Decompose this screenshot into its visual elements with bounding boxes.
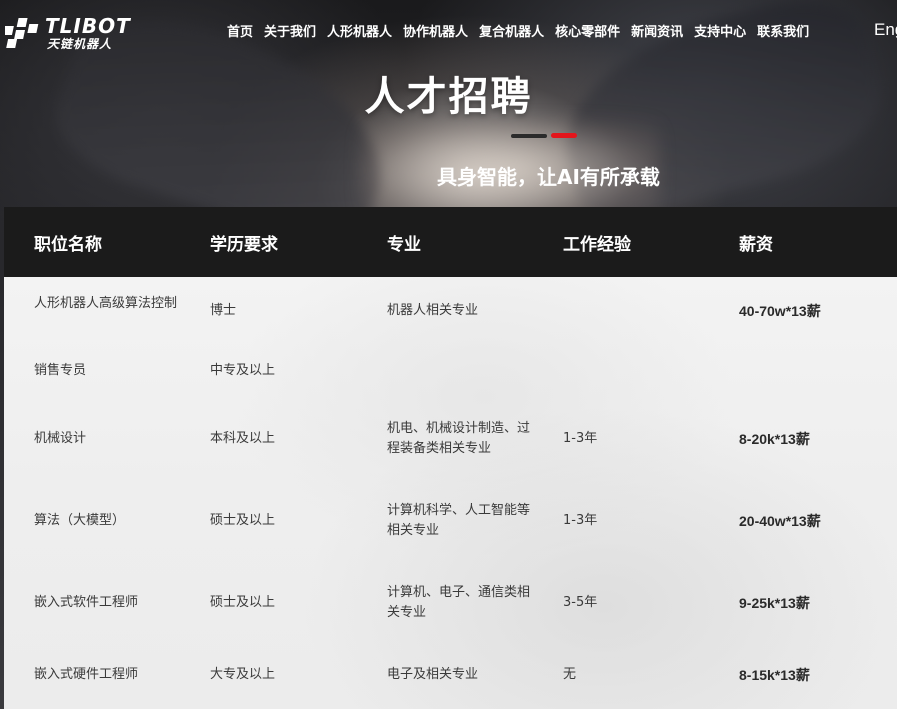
nav-item-collaborative-robot[interactable]: 协作机器人 <box>403 21 468 40</box>
table-row: 销售专员 中专及以上 <box>4 361 897 385</box>
table-row: 嵌入式硬件工程师 大专及以上 电子及相关专业 无 8-15k*13薪 <box>4 665 897 689</box>
page-title: 人才招聘 <box>364 74 533 120</box>
nav-item-contact[interactable]: 联系我们 <box>757 21 809 40</box>
cell-position: 算法（大模型） <box>34 513 126 528</box>
cell-major: 机器人相关专业 <box>387 303 479 318</box>
table-row: 嵌入式软件工程师 硕士及以上 计算机、电子、通信类相关专业 3-5年 9-25k… <box>4 583 897 627</box>
cell-salary: 40-70w*13薪 <box>739 303 821 319</box>
cell-education: 硕士及以上 <box>210 513 276 528</box>
table-row: 人形机器人高级算法控制 博士 机器人相关专业 40-70w*13薪 <box>4 295 897 335</box>
cell-position: 嵌入式软件工程师 <box>34 595 139 610</box>
cell-education: 博士 <box>210 303 237 318</box>
cell-education: 大专及以上 <box>210 667 276 682</box>
cell-education: 本科及以上 <box>210 431 276 446</box>
cell-education: 中专及以上 <box>210 363 276 378</box>
header-position: 职位名称 <box>34 235 102 255</box>
cell-experience: 3-5年 <box>563 595 598 610</box>
header-experience: 工作经验 <box>563 235 631 255</box>
table-row: 算法（大模型） 硕士及以上 计算机科学、人工智能等相关专业 1-3年 20-40… <box>4 501 897 545</box>
nav-item-home[interactable]: 首页 <box>227 21 253 40</box>
jobs-table: 职位名称 学历要求 专业 工作经验 薪资 人形机器人高级算法控制 博士 机器人相… <box>4 207 897 709</box>
cell-position: 机械设计 <box>34 431 87 446</box>
nav-item-about[interactable]: 关于我们 <box>264 21 316 40</box>
nav-item-composite-robot[interactable]: 复合机器人 <box>479 21 544 40</box>
title-divider <box>511 133 577 139</box>
table-row: 机械设计 本科及以上 机电、机械设计制造、过程装备类相关专业 1-3年 8-20… <box>4 419 897 463</box>
table-header: 职位名称 学历要求 专业 工作经验 薪资 <box>4 207 897 277</box>
page-subtitle: 具身智能，让AI有所承载 <box>437 165 660 189</box>
cell-position: 人形机器人高级算法控制 <box>34 296 178 311</box>
nav-item-humanoid-robot[interactable]: 人形机器人 <box>327 21 392 40</box>
cell-major: 计算机、电子、通信类相关专业 <box>387 585 531 620</box>
divider-segment-dark <box>511 134 547 138</box>
nav-item-news[interactable]: 新闻资讯 <box>631 21 683 40</box>
header-salary: 薪资 <box>739 235 773 255</box>
cell-major: 电子及相关专业 <box>387 667 479 682</box>
cell-education: 硕士及以上 <box>210 595 276 610</box>
header-major: 专业 <box>387 235 421 255</box>
divider-segment-red <box>551 133 577 138</box>
nav-item-support[interactable]: 支持中心 <box>694 21 746 40</box>
cell-salary: 9-25k*13薪 <box>739 595 810 611</box>
language-switch[interactable]: Eng <box>874 20 897 40</box>
main-nav: 首页 关于我们 人形机器人 协作机器人 复合机器人 核心零部件 新闻资讯 支持中… <box>227 21 820 40</box>
cell-salary: 8-20k*13薪 <box>739 431 810 447</box>
cell-experience: 1-3年 <box>563 431 598 446</box>
table-body: 人形机器人高级算法控制 博士 机器人相关专业 40-70w*13薪 销售专员 中… <box>4 277 897 709</box>
header-education: 学历要求 <box>210 235 278 255</box>
cell-position: 销售专员 <box>34 363 87 378</box>
logo-text-cn: 天链机器人 <box>47 37 113 51</box>
cell-salary: 8-15k*13薪 <box>739 667 810 683</box>
cell-experience: 无 <box>563 667 577 682</box>
cell-major: 机电、机械设计制造、过程装备类相关专业 <box>387 421 531 456</box>
cell-experience: 1-3年 <box>563 513 598 528</box>
nav-item-core-components[interactable]: 核心零部件 <box>555 21 620 40</box>
cell-position: 嵌入式硬件工程师 <box>34 667 139 682</box>
logo-mark-icon <box>5 18 39 48</box>
cell-major: 计算机科学、人工智能等相关专业 <box>387 503 531 538</box>
top-navigation: TLIBOT 天链机器人 首页 关于我们 人形机器人 协作机器人 复合机器人 核… <box>0 0 897 62</box>
cell-salary: 20-40w*13薪 <box>739 513 821 529</box>
brand-logo[interactable]: TLIBOT 天链机器人 <box>5 13 135 53</box>
